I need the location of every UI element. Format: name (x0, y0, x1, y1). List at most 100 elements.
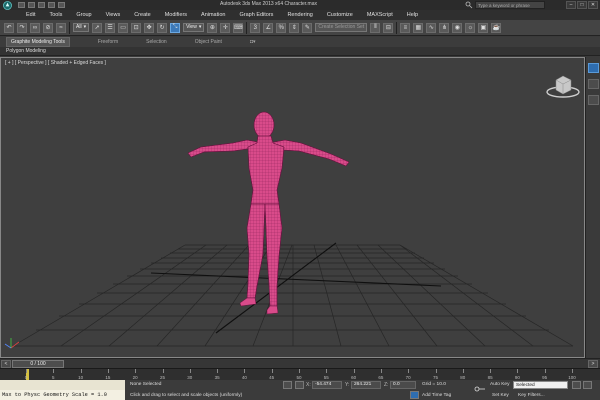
toolbar-separator (69, 21, 70, 34)
ribbon-panel-label[interactable]: Polygon Modeling (6, 48, 46, 54)
edit-named-sets-icon[interactable]: ✎ (302, 22, 313, 33)
rendered-frame-icon[interactable]: ▣ (478, 22, 489, 33)
render-setup-icon[interactable]: ☼ (465, 22, 476, 33)
named-selection-dropdown[interactable]: Create Selection Set (315, 23, 368, 32)
viewcube-icon[interactable] (546, 75, 580, 98)
create-panel-icon[interactable] (588, 63, 599, 73)
x-label: X: (306, 382, 311, 388)
link-icon[interactable]: ∞ (30, 22, 40, 33)
curve-editor-icon[interactable]: ∿ (426, 22, 437, 33)
search-input[interactable]: Type a keyword or phrase (475, 1, 545, 9)
spinner-snap-icon[interactable]: ⇕ (289, 22, 300, 33)
undo-icon[interactable] (48, 2, 55, 8)
home-grid (12, 244, 574, 347)
toolbar-separator (246, 21, 248, 34)
time-prev-button[interactable]: < (1, 360, 11, 368)
keyboard-shortcut-icon[interactable]: ⌨ (233, 22, 244, 33)
graphite-toggle-icon[interactable]: ▦ (413, 22, 424, 33)
time-next-button[interactable]: > (588, 360, 598, 368)
menu-rendering[interactable]: Rendering (287, 12, 312, 18)
key-filters-button[interactable]: Key Filters... (518, 393, 545, 398)
maxscript-listener-top[interactable] (0, 380, 125, 390)
layer-manager-icon[interactable]: ≡ (400, 22, 411, 33)
undo-button[interactable]: ↶ (4, 22, 14, 33)
menu-edit[interactable]: Edit (26, 12, 35, 18)
goto-start-icon[interactable] (572, 381, 581, 389)
snaps-toggle-icon[interactable]: 3 (250, 22, 261, 33)
align-icon[interactable]: ⊟ (383, 22, 394, 33)
track-bar-tick (462, 369, 464, 373)
tab-selection[interactable]: Selection (146, 39, 167, 45)
reference-coord-dropdown[interactable]: View ▾ (183, 23, 205, 32)
bind-space-warp-icon[interactable]: ≈ (56, 22, 66, 33)
menu-tools[interactable]: Tools (49, 12, 62, 18)
select-manipulate-icon[interactable]: ✛ (220, 22, 231, 33)
menu-create[interactable]: Create (134, 12, 151, 18)
rect-selection-icon[interactable]: ▭ (118, 22, 129, 33)
track-bar-tick (408, 369, 410, 373)
search-icon[interactable] (465, 1, 473, 9)
track-bar[interactable]: 0 5 10 15 20 25 30 35 40 45 50 55 60 65 70 75 80 85 90 95 10… (0, 368, 600, 381)
open-file-icon[interactable] (28, 2, 35, 8)
menu-animation[interactable]: Animation (201, 12, 225, 18)
track-bar-tick (299, 369, 300, 373)
select-rotate-icon[interactable]: ↻ (157, 22, 168, 33)
mirror-icon[interactable]: ⫴ (370, 22, 381, 33)
perspective-viewport[interactable]: [ + ] [ Perspective ] [ Shaded + Edged F… (0, 57, 585, 358)
tab-freeform[interactable]: Freeform (98, 39, 118, 45)
minimize-button[interactable]: – (566, 1, 576, 9)
window-title: Autodesk 3ds Max 2013 x64 Character.max (220, 1, 317, 7)
redo-icon[interactable] (58, 2, 65, 8)
select-object-icon[interactable]: ➚ (92, 22, 103, 33)
y-coordinate-field[interactable]: 264.221 (351, 381, 381, 389)
material-editor-icon[interactable]: ◉ (452, 22, 463, 33)
auto-key-dropdown[interactable]: Selected (513, 381, 568, 389)
z-coordinate-field[interactable]: 0.0 (390, 381, 416, 389)
select-move-icon[interactable]: ✥ (144, 22, 155, 33)
select-scale-icon[interactable]: ⤡ (170, 22, 181, 33)
save-file-icon[interactable] (38, 2, 45, 8)
track-bar-tick (326, 369, 328, 373)
menu-bar: Edit Tools Group Views Create Modifiers … (0, 10, 600, 20)
menu-modifiers[interactable]: Modifiers (165, 12, 187, 18)
viewport-label[interactable]: [ + ] [ Perspective ] [ Shaded + Edged F… (5, 60, 106, 66)
selection-filter-dropdown[interactable]: All ▾ (73, 23, 90, 32)
render-production-icon[interactable]: ☕ (491, 22, 502, 33)
close-button[interactable]: ✕ (588, 1, 598, 9)
select-by-name-icon[interactable]: ☰ (105, 22, 116, 33)
ribbon-options-icon[interactable]: ◘▾ (250, 39, 256, 45)
window-crossing-icon[interactable]: ⊡ (131, 22, 142, 33)
x-coordinate-field[interactable]: -54.474 (312, 381, 342, 389)
menu-maxscript[interactable]: MAXScript (367, 12, 393, 18)
new-file-icon[interactable] (18, 2, 25, 8)
schematic-view-icon[interactable]: ⋔ (439, 22, 450, 33)
time-slider-handle[interactable]: 0 / 100 (12, 360, 64, 368)
lock-selection-icon[interactable] (283, 381, 292, 389)
unlink-icon[interactable]: ⊘ (43, 22, 53, 33)
redo-button[interactable]: ↷ (17, 22, 27, 33)
hierarchy-panel-icon[interactable] (588, 95, 599, 105)
angle-snap-icon[interactable]: ∠ (263, 22, 274, 33)
pivot-center-icon[interactable]: ⊕ (207, 22, 218, 33)
maxscript-mini-listener[interactable]: Max to Physc Geometry Scale = 1.0 (0, 390, 125, 400)
tab-graphite-modeling-tools[interactable]: Graphite Modeling Tools (6, 37, 70, 47)
menu-graph-editors[interactable]: Graph Editors (240, 12, 274, 18)
menu-views[interactable]: Views (106, 12, 121, 18)
menu-help[interactable]: Help (407, 12, 418, 18)
absolute-mode-icon[interactable] (295, 381, 304, 389)
menu-customize[interactable]: Customize (327, 12, 353, 18)
prev-frame-icon[interactable] (583, 381, 592, 389)
time-slider[interactable]: < 0 / 100 > (0, 358, 600, 368)
percent-snap-icon[interactable]: % (276, 22, 287, 33)
maximize-button[interactable]: □ (577, 1, 587, 9)
app-logo-icon[interactable] (0, 0, 14, 10)
modify-panel-icon[interactable] (588, 79, 599, 89)
auto-key-button[interactable]: Auto Key (490, 382, 509, 387)
track-bar-tick (572, 369, 573, 373)
menu-group[interactable]: Group (76, 12, 91, 18)
set-key-button[interactable]: Set Key (492, 393, 509, 398)
add-time-tag-button[interactable]: Add Time Tag (422, 393, 451, 398)
axis-tripod-icon (4, 338, 20, 349)
tab-object-paint[interactable]: Object Paint (195, 39, 222, 45)
time-tag-icon[interactable] (410, 391, 419, 399)
